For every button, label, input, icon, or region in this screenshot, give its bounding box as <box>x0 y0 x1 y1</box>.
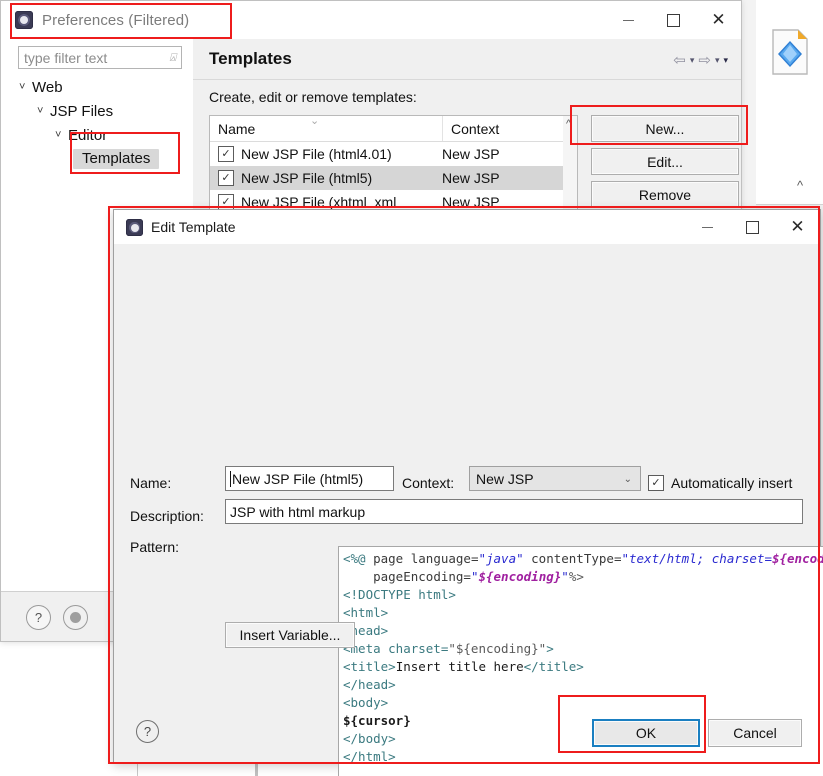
cell-context: New JSP <box>442 146 500 162</box>
row-checkbox[interactable]: ✓ <box>218 146 234 162</box>
column-header-name[interactable]: Name ⌄ <box>210 116 443 141</box>
page-menu-caret-icon[interactable]: ▾ <box>723 55 728 66</box>
back-arrow-icon[interactable]: ⇦ <box>673 51 686 69</box>
cancel-button[interactable]: Cancel <box>708 719 802 747</box>
name-label: Name: <box>130 475 172 491</box>
minimize-button[interactable] <box>606 1 651 39</box>
sidebar-item-templates[interactable]: Templates <box>15 147 190 171</box>
tree-item-label: Web <box>32 78 63 96</box>
close-button[interactable]: ✕ <box>696 1 741 39</box>
automatically-insert-checkbox-row[interactable]: ✓ Automatically insert <box>648 475 792 491</box>
new-button[interactable]: New... <box>591 115 739 142</box>
description-label: Description: <box>130 508 204 524</box>
row-checkbox[interactable]: ✓ <box>218 194 234 210</box>
forward-arrow-icon[interactable]: ⇨ <box>698 51 711 69</box>
chevron-down-icon[interactable]: ⌄ <box>624 474 632 485</box>
description-input-value: JSP with html markup <box>230 503 366 520</box>
maximize-button[interactable] <box>651 1 696 39</box>
page-title: Templates <box>209 49 292 68</box>
cell-context: New JSP <box>442 194 500 210</box>
row-checkbox[interactable]: ✓ <box>218 170 234 186</box>
tree-item-label: JSP Files <box>50 102 114 120</box>
close-button[interactable]: ✕ <box>775 210 820 244</box>
automatically-insert-checkbox[interactable]: ✓ <box>648 475 664 491</box>
edit-button[interactable]: Edit... <box>591 148 739 175</box>
cell-name-label: New JSP File (html4.01) <box>241 146 392 162</box>
edit-template-dialog: Edit Template ✕ Name: New JSP File (html… <box>113 209 823 776</box>
table-row[interactable]: ✓ New JSP File (html4.01) New JSP <box>210 142 576 166</box>
column-header-context[interactable]: Context <box>443 116 576 141</box>
filter-placeholder: type filter text <box>24 49 108 66</box>
cell-name-label: New JSP File (html5) <box>241 170 373 186</box>
automatically-insert-label: Automatically insert <box>671 475 793 491</box>
blue-diamond-file-icon <box>770 28 810 76</box>
screen: ^ ^ sy_s xml Preferences (Filtered) ✕ ty… <box>0 0 823 776</box>
preferences-window-controls: ✕ <box>606 1 741 39</box>
edit-template-window-controls: ✕ <box>685 210 820 248</box>
page-nav-icons: ⇦ ▾ ⇨ ▾ ▾ <box>673 51 728 69</box>
cell-name: ✓ New JSP File (html5) <box>210 170 434 186</box>
context-select-value: New JSP <box>476 470 534 487</box>
templates-action-buttons: New... Edit... Remove <box>591 115 739 214</box>
context-label: Context: <box>402 475 455 491</box>
preferences-title: Preferences (Filtered) <box>42 11 190 29</box>
tree-item-web[interactable]: ˅ Web <box>15 75 190 99</box>
back-dropdown-caret-icon[interactable]: ▾ <box>690 55 695 66</box>
tree-item-label: Editor <box>68 126 108 144</box>
eclipse-gear-icon <box>15 11 33 29</box>
cell-name: ✓ New JSP File (html4.01) <box>210 146 434 162</box>
name-input[interactable]: New JSP File (html5) <box>225 466 394 491</box>
column-header-label: Context <box>451 120 500 137</box>
context-select[interactable]: New JSP ⌄ <box>469 466 641 491</box>
tree-item-label: Templates <box>73 149 160 169</box>
sort-indicator-icon: ⌄ <box>310 115 320 127</box>
table-row[interactable]: ✓ New JSP File (html5) New JSP <box>210 166 576 190</box>
eraser-icon[interactable]: ⍓ <box>169 52 176 65</box>
cell-context: New JSP <box>442 170 500 186</box>
cell-name: ✓ New JSP File (xhtml_xml <box>210 194 434 210</box>
maximize-button[interactable] <box>730 210 775 244</box>
column-header-label: Name <box>218 120 256 137</box>
apply-icon[interactable] <box>63 605 88 630</box>
remove-button[interactable]: Remove <box>591 181 739 208</box>
tree-item-jsp-files[interactable]: ˅ JSP Files <box>15 99 190 123</box>
help-icon[interactable]: ? <box>26 605 51 630</box>
pattern-label: Pattern: <box>130 539 180 555</box>
tree-item-editor[interactable]: ˅ Editor <box>15 123 190 147</box>
cell-name-label: New JSP File (xhtml_xml <box>241 194 397 210</box>
insert-variable-button[interactable]: Insert Variable... <box>225 622 355 648</box>
name-input-value: New JSP File (html5) <box>232 470 364 487</box>
edit-template-help-icon[interactable]: ? <box>136 720 159 743</box>
chevron-down-icon[interactable]: ˅ <box>37 105 50 117</box>
page-divider <box>193 79 741 80</box>
edit-template-titlebar[interactable]: Edit Template ✕ <box>114 210 820 244</box>
scroll-up-icon[interactable]: ^ <box>566 118 571 130</box>
ok-button[interactable]: OK <box>592 719 700 747</box>
background-chevron-up-icon[interactable]: ^ <box>797 178 803 193</box>
text-caret <box>230 470 231 487</box>
edit-template-title: Edit Template <box>151 219 236 235</box>
forward-dropdown-caret-icon[interactable]: ▾ <box>715 55 720 66</box>
table-header: Name ⌄ Context <box>210 116 576 142</box>
chevron-down-icon[interactable]: ˅ <box>55 129 68 141</box>
description-input[interactable]: JSP with html markup <box>225 499 803 524</box>
preferences-tree: ˅ Web ˅ JSP Files ˅ Editor Templates <box>15 75 190 171</box>
eclipse-gear-icon <box>126 218 143 236</box>
preferences-titlebar[interactable]: Preferences (Filtered) ✕ <box>1 1 741 39</box>
chevron-down-icon[interactable]: ˅ <box>19 81 32 93</box>
filter-input[interactable]: type filter text ⍓ <box>18 46 182 69</box>
page-subtitle: Create, edit or remove templates: <box>209 89 417 105</box>
minimize-button[interactable] <box>685 210 730 244</box>
preferences-footer-icons: ? <box>26 605 88 630</box>
